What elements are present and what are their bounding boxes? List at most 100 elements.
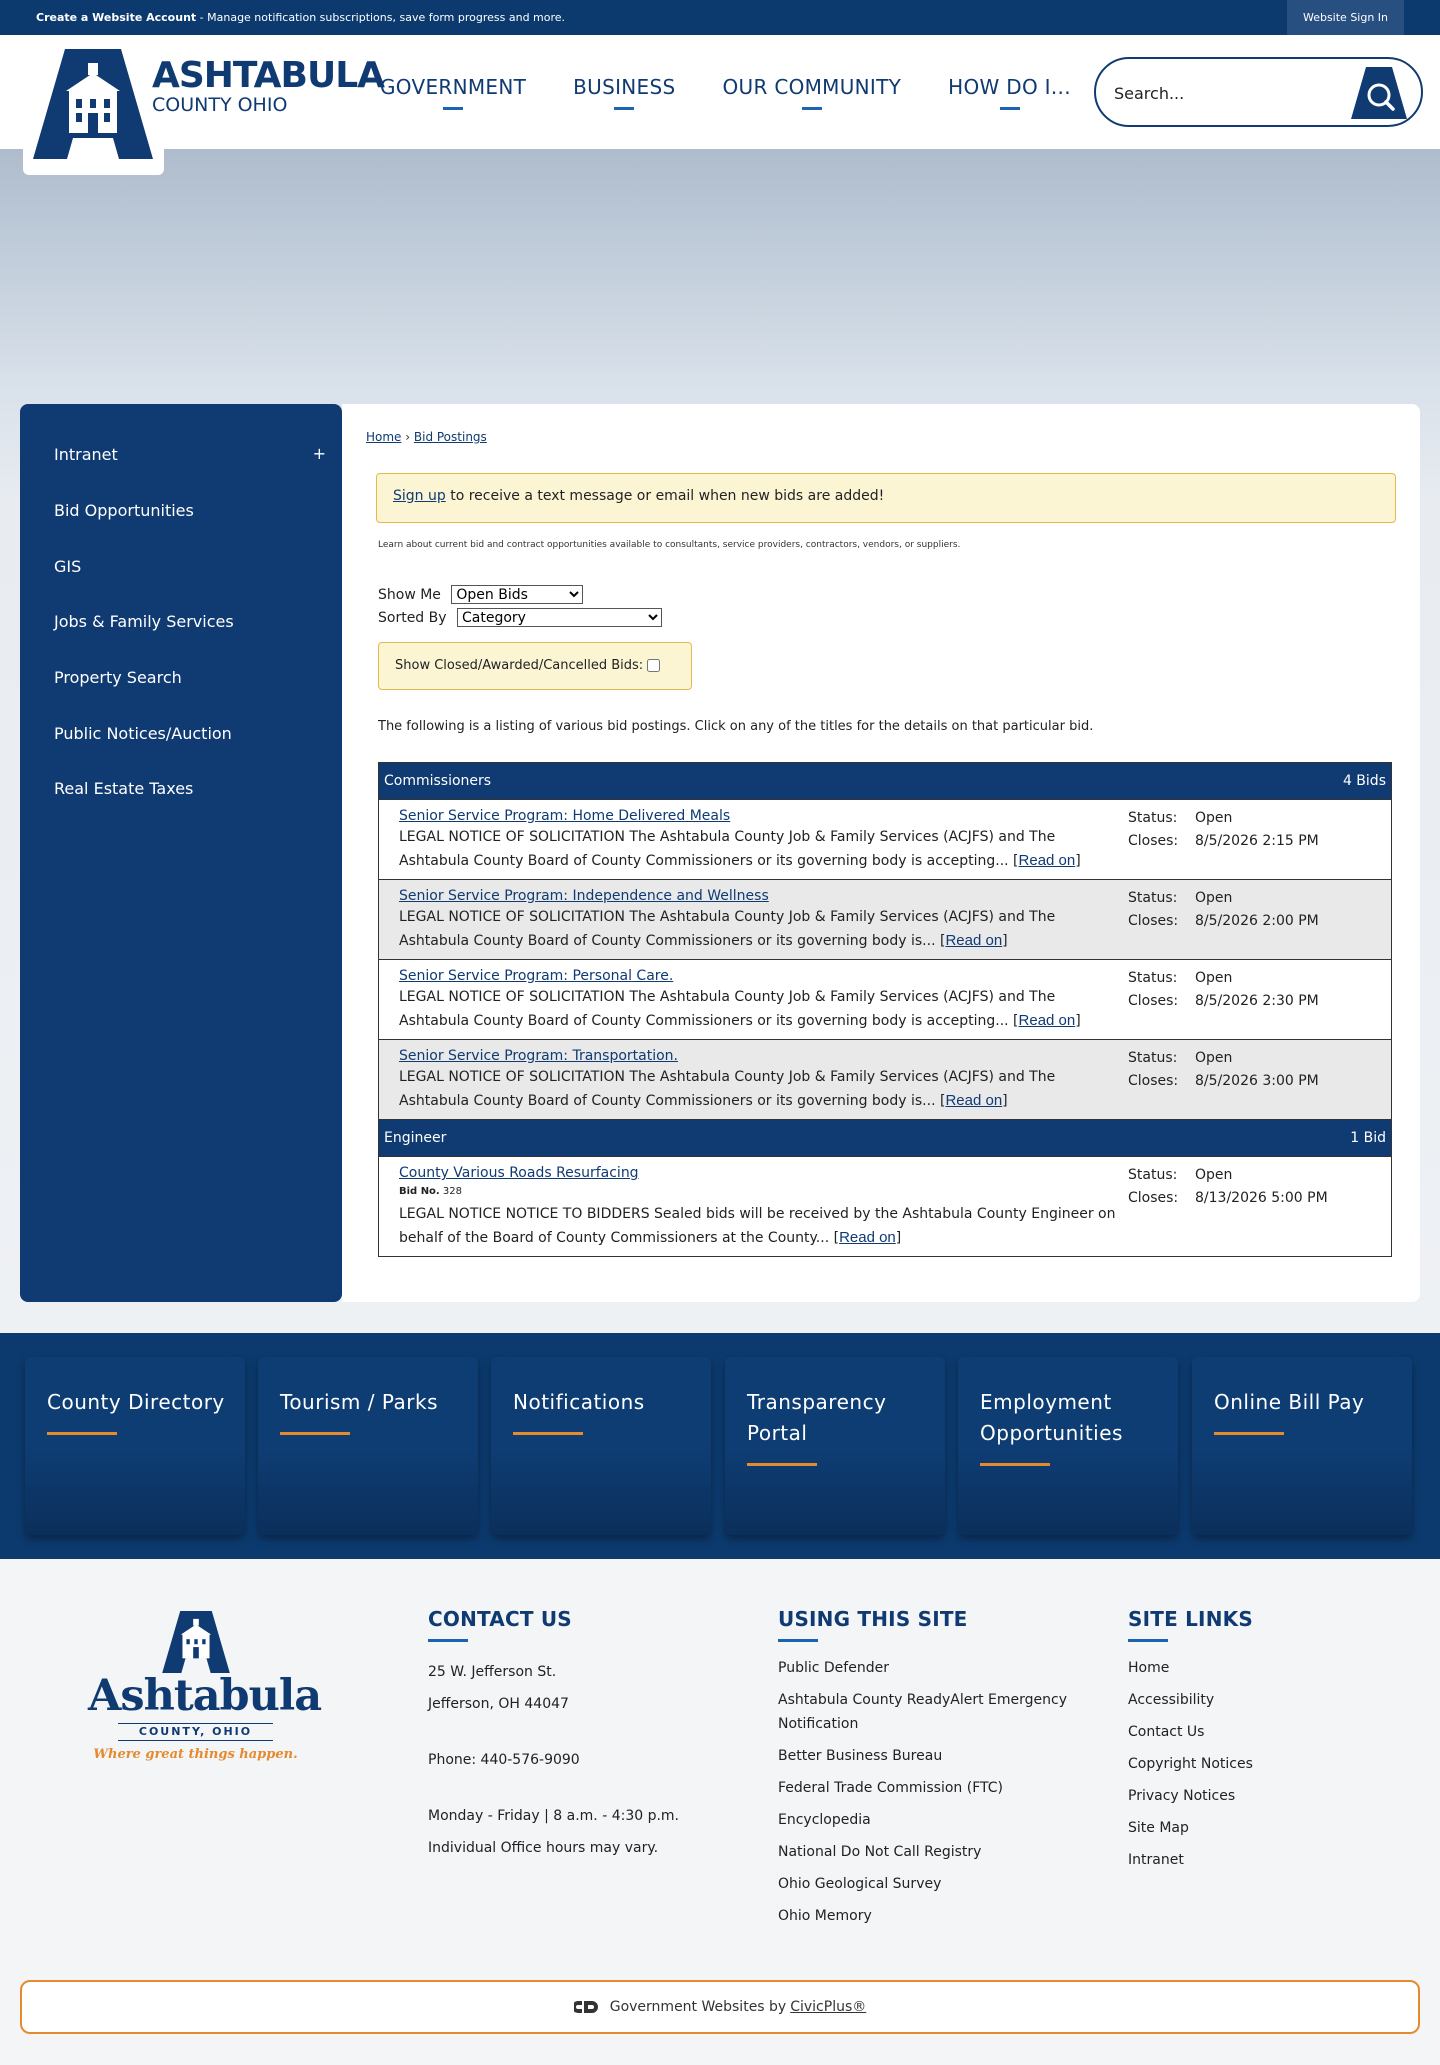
sorted-by-select[interactable]: Category: [457, 608, 662, 627]
sidebar-item-bid-opportunities[interactable]: Bid Opportunities: [54, 501, 194, 520]
footer-link[interactable]: Site Map: [1128, 1816, 1253, 1840]
search-icon[interactable]: [1351, 67, 1407, 119]
bid-row: Senior Service Program: Independence and…: [379, 880, 1391, 960]
show-closed-toggle: Show Closed/Awarded/Cancelled Bids:: [378, 642, 692, 690]
heading-underline: [428, 1639, 468, 1642]
footer-link[interactable]: Home: [1128, 1656, 1253, 1680]
expand-plus-icon[interactable]: +: [313, 444, 326, 463]
show-me-select[interactable]: Open Bids: [451, 585, 584, 604]
nav-indicator: [443, 107, 464, 110]
show-closed-checkbox[interactable]: [647, 659, 661, 672]
contact-hours: Monday - Friday | 8 a.m. - 4:30 p.m.: [428, 1808, 680, 1824]
site-links-heading: SITE LINKS: [1128, 1607, 1253, 1631]
quick-link-notifications[interactable]: Notifications: [491, 1357, 711, 1535]
sorted-by-label: Sorted By: [378, 610, 447, 626]
quick-link-county-directory[interactable]: County Directory: [25, 1357, 245, 1535]
nav-government[interactable]: GOVERNMENT: [380, 75, 526, 110]
footer-link[interactable]: Better Business Bureau: [778, 1744, 1068, 1768]
footer-link[interactable]: Encyclopedia: [778, 1808, 1068, 1832]
footer-logo[interactable]: Ashtabula COUNTY, OHIO Where great thing…: [88, 1611, 322, 1762]
contact-hours-note: Individual Office hours may vary.: [428, 1840, 659, 1856]
civicplus-logo-icon: [573, 2001, 598, 2013]
breadcrumb: Home › Bid Postings: [366, 430, 487, 444]
quick-link-underline: [280, 1432, 350, 1435]
sidebar-item-intranet[interactable]: Intranet: [54, 445, 118, 464]
civicplus-link[interactable]: CivicPlus®: [790, 1999, 866, 2015]
heading-underline: [1128, 1639, 1168, 1642]
breadcrumb-current-link[interactable]: Bid Postings: [414, 430, 487, 444]
quick-link-online-bill-pay[interactable]: Online Bill Pay: [1192, 1357, 1412, 1535]
sidebar: Intranet + Bid Opportunities GIS Jobs & …: [20, 404, 342, 1302]
read-on-link[interactable]: Read on: [1019, 852, 1076, 869]
category-count: 4 Bids: [1342, 773, 1386, 789]
read-on-link[interactable]: Read on: [945, 1092, 1002, 1109]
sidebar-item-property-search[interactable]: Property Search: [54, 668, 182, 687]
footer-link[interactable]: Ohio Memory: [778, 1904, 1068, 1928]
bid-title-link[interactable]: Senior Service Program: Transportation.: [399, 1048, 678, 1064]
logo-link[interactable]: [23, 35, 164, 175]
signup-link[interactable]: Sign up: [393, 488, 446, 504]
quick-link-underline: [980, 1463, 1050, 1466]
website-sign-in-button[interactable]: Website Sign In: [1287, 0, 1404, 35]
read-on-link[interactable]: Read on: [945, 932, 1002, 949]
bid-description: LEGAL NOTICE NOTICE TO BIDDERS Sealed bi…: [399, 1206, 1116, 1246]
footer-logo-tagline: Where great things happen.: [93, 1747, 298, 1762]
sidebar-item-gis[interactable]: GIS: [54, 557, 81, 576]
sidebar-item-real-estate-taxes[interactable]: Real Estate Taxes: [54, 779, 193, 798]
bid-description: LEGAL NOTICE OF SOLICITATION The Ashtabu…: [399, 989, 1056, 1029]
bid-status: Open: [1195, 1050, 1233, 1066]
nav-business[interactable]: BUSINESS: [573, 75, 675, 110]
create-account-desc: - Manage notification subscriptions, sav…: [196, 11, 566, 24]
nav-how-do-i[interactable]: HOW DO I...: [948, 75, 1071, 110]
category-name: Commissioners: [384, 773, 492, 789]
read-on-link[interactable]: Read on: [1019, 1012, 1076, 1029]
nav-indicator: [801, 107, 822, 110]
footer-contact: CONTACT US 25 W. Jefferson St. Jefferson…: [428, 1607, 679, 1864]
footer-link[interactable]: National Do Not Call Registry: [778, 1840, 1068, 1864]
bid-closes: 8/13/2026 5:00 PM: [1195, 1190, 1328, 1206]
footer-link[interactable]: Ashtabula County ReadyAlert Emergency No…: [778, 1688, 1068, 1736]
footer-link[interactable]: Privacy Notices: [1128, 1784, 1253, 1808]
bid-title-link[interactable]: County Various Roads Resurfacing: [399, 1165, 639, 1181]
show-me-filter: Show Me Open Bids: [378, 585, 584, 604]
quick-link-transparency-portal[interactable]: Transparency Portal: [725, 1357, 945, 1535]
sidebar-item-public-notices[interactable]: Public Notices/Auction: [54, 724, 232, 743]
contact-address2: Jefferson, OH 44047: [428, 1696, 569, 1712]
brand-name[interactable]: ASHTABULA COUNTY OHIO: [152, 55, 385, 116]
bid-title-link[interactable]: Senior Service Program: Independence and…: [399, 888, 769, 904]
bid-status-block: Status: Open Closes: 8/5/2026 2:15 PM: [1128, 810, 1319, 849]
category-name: Engineer: [384, 1130, 447, 1146]
quick-link-underline: [513, 1432, 583, 1435]
bid-status: Open: [1195, 890, 1233, 906]
sorted-by-filter: Sorted By Category: [378, 608, 662, 627]
contact-address1: 25 W. Jefferson St.: [428, 1664, 557, 1680]
bid-title-link[interactable]: Senior Service Program: Personal Care.: [399, 968, 673, 984]
heading-underline: [778, 1639, 818, 1642]
nav-our-community[interactable]: OUR COMMUNITY: [722, 75, 901, 110]
civicplus-credit-bar: Government Websites by CivicPlus®: [20, 1980, 1420, 2034]
using-heading: USING THIS SITE: [778, 1607, 968, 1631]
footer-link[interactable]: Copyright Notices: [1128, 1752, 1253, 1776]
bid-closes: 8/5/2026 2:30 PM: [1195, 993, 1319, 1009]
footer-link[interactable]: Ohio Geological Survey: [778, 1872, 1068, 1896]
top-bar: Create a Website Account - Manage notifi…: [0, 0, 1440, 35]
footer-link[interactable]: Public Defender: [778, 1656, 1068, 1680]
create-account-link[interactable]: Create a Website Account: [36, 11, 196, 24]
category-count: 1 Bid: [1350, 1130, 1386, 1146]
footer-link[interactable]: Contact Us: [1128, 1720, 1253, 1744]
main-content: Home › Bid Postings Sign up to receive a…: [342, 404, 1420, 1302]
breadcrumb-home-link[interactable]: Home: [366, 430, 401, 444]
quick-link-tourism-parks[interactable]: Tourism / Parks: [258, 1357, 478, 1535]
read-on-link[interactable]: Read on: [839, 1229, 896, 1246]
intro-text: Learn about current bid and contract opp…: [378, 540, 961, 550]
bid-closes: 8/5/2026 2:15 PM: [1195, 833, 1319, 849]
bid-listing-table: Commissioners 4 Bids Senior Service Prog…: [378, 762, 1392, 1257]
footer-link[interactable]: Federal Trade Commission (FTC): [778, 1776, 1068, 1800]
quick-link-employment-opportunities[interactable]: Employment Opportunities: [958, 1357, 1178, 1535]
show-closed-label: Show Closed/Awarded/Cancelled Bids:: [395, 658, 644, 673]
bid-title-link[interactable]: Senior Service Program: Home Delivered M…: [399, 808, 730, 824]
footer-link[interactable]: Accessibility: [1128, 1688, 1253, 1712]
search-input[interactable]: [1114, 79, 1344, 107]
sidebar-item-jobs-family-services[interactable]: Jobs & Family Services: [54, 612, 234, 631]
footer-link[interactable]: Intranet: [1128, 1848, 1253, 1872]
